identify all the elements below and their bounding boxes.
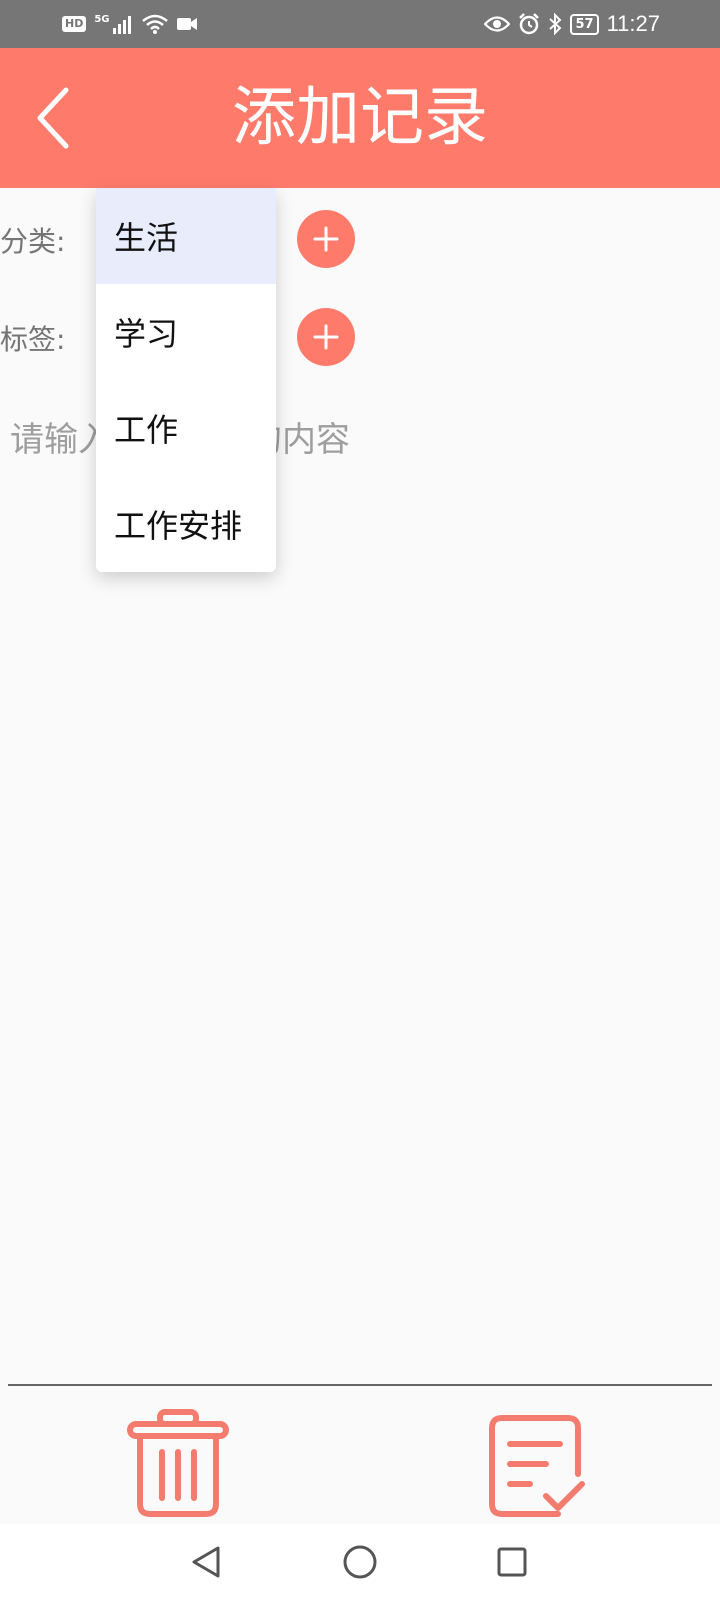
bottom-divider — [8, 1384, 712, 1386]
circle-home-icon — [343, 1545, 377, 1579]
video-icon — [176, 18, 197, 30]
triangle-back-icon — [192, 1546, 220, 1578]
category-dropdown: 生活 学习 工作 工作安排 — [96, 188, 276, 572]
back-button[interactable] — [22, 78, 82, 158]
add-category-button[interactable] — [297, 210, 355, 268]
eye-icon — [484, 16, 511, 32]
alarm-icon — [519, 13, 540, 35]
delete-button[interactable] — [126, 1408, 230, 1518]
status-bar: HD 5G 57 11:27 — [0, 0, 720, 48]
hd-badge: HD — [62, 16, 87, 32]
status-time: 11:27 — [606, 11, 660, 36]
add-tag-button[interactable] — [297, 308, 355, 366]
status-left: HD 5G — [62, 10, 198, 38]
nav-home-button[interactable] — [338, 1540, 382, 1584]
status-right: 57 11:27 — [484, 10, 660, 38]
dropdown-option[interactable]: 工作安排 — [96, 476, 276, 572]
note-check-icon — [489, 1415, 585, 1517]
app-bar: 添加记录 — [0, 48, 720, 188]
plus-icon — [313, 324, 339, 350]
nav-recents-button[interactable] — [490, 1540, 534, 1584]
nav-back-button[interactable] — [184, 1540, 228, 1584]
signal-icon: 5G — [94, 14, 133, 34]
plus-icon — [313, 226, 339, 252]
square-recents-icon — [497, 1547, 527, 1577]
dropdown-option[interactable]: 生活 — [96, 188, 276, 284]
category-label: 分类: — [0, 225, 66, 258]
wifi-icon — [141, 14, 168, 34]
chevron-left-icon — [37, 87, 69, 149]
battery-indicator: 57 — [570, 13, 599, 35]
save-button[interactable] — [488, 1414, 588, 1520]
dropdown-option[interactable]: 工作 — [96, 380, 276, 476]
trash-icon — [127, 1409, 229, 1517]
system-nav-bar — [0, 1524, 720, 1600]
page-title: 添加记录 — [232, 81, 488, 155]
tag-label: 标签: — [0, 323, 66, 356]
network-type: 5G — [94, 14, 110, 25]
bluetooth-icon — [549, 13, 562, 35]
dropdown-option[interactable]: 学习 — [96, 284, 276, 380]
